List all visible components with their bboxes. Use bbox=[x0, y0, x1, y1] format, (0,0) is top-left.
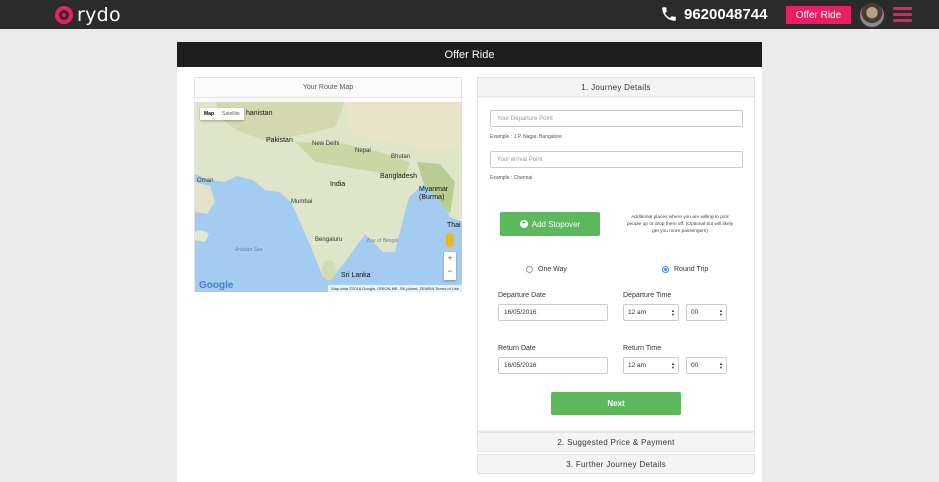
arrival-point-input[interactable]: Your arrival Point bbox=[490, 151, 743, 168]
google-logo: Google bbox=[199, 280, 234, 291]
map-label-mumbai: Mumbai bbox=[291, 199, 313, 205]
trip-type-one-way[interactable]: One Way bbox=[526, 266, 567, 273]
zoom-in-button[interactable]: + bbox=[444, 252, 456, 265]
return-minute-value: 00 bbox=[691, 362, 699, 369]
return-minute-select[interactable]: 00 ▲ ▼ bbox=[686, 357, 727, 374]
departure-minute-value: 00 bbox=[691, 309, 699, 316]
route-map[interactable]: Map Satellite hanistan Pakistan New Delh… bbox=[195, 102, 462, 292]
radio-one-way-icon bbox=[526, 266, 533, 273]
map-label-new-delhi: New Delhi bbox=[312, 141, 340, 147]
offer-ride-button[interactable]: Offer Ride bbox=[786, 6, 851, 24]
further-details-section-header[interactable]: 3. Further Journey Details bbox=[477, 454, 755, 474]
trip-type-round-trip[interactable]: Round Trip bbox=[662, 266, 708, 273]
user-avatar[interactable] bbox=[860, 3, 884, 27]
select-caret-icon: ▲ ▼ bbox=[671, 361, 675, 370]
map-label-pakistan: Pakistan bbox=[266, 137, 293, 144]
radio-round-trip-icon bbox=[662, 266, 669, 273]
journey-details-panel: 1. Journey Details Your Departure Point … bbox=[477, 77, 755, 432]
zoom-out-button[interactable]: − bbox=[444, 265, 456, 278]
return-date-label: Return Date bbox=[498, 345, 536, 352]
offer-ride-page: Offer Ride Your Route Map Map Satellite … bbox=[177, 42, 762, 482]
map-type-satellite[interactable]: Satellite bbox=[218, 108, 244, 120]
map-label-afghanistan: hanistan bbox=[246, 110, 273, 117]
return-time-label: Return Time bbox=[623, 345, 662, 352]
departure-date-input[interactable]: 16/05/2016 bbox=[498, 304, 608, 321]
phone-contact: 9620048744 bbox=[660, 5, 767, 23]
map-type-toggle: Map Satellite bbox=[200, 108, 244, 120]
plus-circle-icon: + bbox=[519, 220, 528, 228]
map-label-nepal: Nepal bbox=[355, 148, 371, 154]
add-stopover-label: Add Stopover bbox=[531, 219, 581, 229]
street-view-pegman-icon[interactable] bbox=[446, 233, 454, 247]
map-label-bhutan: Bhutan bbox=[391, 154, 411, 160]
route-map-panel: Your Route Map Map Satellite hanistan Pa… bbox=[194, 77, 462, 292]
return-hour-value: 12 am bbox=[628, 362, 647, 369]
departure-hour-value: 12 am bbox=[628, 309, 647, 316]
map-label-bangladesh: Bangladesh bbox=[380, 173, 417, 180]
map-label-thailand: Thai bbox=[447, 222, 461, 229]
map-label-myanmar: Myanmar (Burma) bbox=[419, 186, 449, 201]
map-label-sri-lanka: Sri Lanka bbox=[341, 272, 371, 279]
map-label-india: India bbox=[330, 181, 346, 188]
map-label-bengaluru: Bengaluru bbox=[315, 237, 343, 243]
top-navigation-bar: rydo 9620048744 Offer Ride bbox=[0, 0, 939, 29]
rydo-logo[interactable]: rydo bbox=[55, 3, 121, 26]
hamburger-menu-icon[interactable] bbox=[893, 7, 912, 22]
round-trip-label: Round Trip bbox=[674, 266, 709, 273]
departure-minute-select[interactable]: 00 ▲ ▼ bbox=[686, 304, 727, 321]
departure-time-label: Departure Time bbox=[623, 292, 672, 299]
map-zoom-control: + − bbox=[444, 252, 456, 280]
next-button[interactable]: Next bbox=[551, 392, 681, 415]
stopover-note: Additional places where you are willing … bbox=[626, 215, 734, 234]
route-map-title: Your Route Map bbox=[195, 78, 461, 98]
return-hour-select[interactable]: 12 am ▲ ▼ bbox=[623, 357, 679, 374]
logo-text: rydo bbox=[77, 3, 121, 26]
departure-example: Example : J.P. Nagar, Bangalore bbox=[490, 134, 562, 140]
select-caret-icon: ▲ ▼ bbox=[719, 308, 723, 317]
phone-number: 9620048744 bbox=[684, 5, 768, 23]
map-label-arabian-sea: Arabian Sea bbox=[235, 247, 263, 253]
page-title: Offer Ride bbox=[177, 42, 762, 67]
phone-icon bbox=[662, 7, 676, 21]
map-label-oman: Oman bbox=[197, 178, 214, 184]
return-date-input[interactable]: 16/05/2016 bbox=[498, 357, 608, 374]
journey-details-header[interactable]: 1. Journey Details bbox=[478, 78, 754, 97]
departure-date-label: Departure Date bbox=[498, 292, 546, 299]
map-attribution[interactable]: Map data ©2016 Google, ORION-ME, SK plan… bbox=[328, 285, 462, 292]
select-caret-icon: ▲ ▼ bbox=[671, 308, 675, 317]
select-caret-icon: ▲ ▼ bbox=[719, 361, 723, 370]
one-way-label: One Way bbox=[538, 266, 567, 273]
map-label-bay-of-bengal: Bay of Bengal bbox=[367, 238, 399, 244]
arrival-example: Example : Chennai bbox=[490, 175, 533, 181]
logo-pin-icon bbox=[55, 5, 73, 24]
departure-hour-select[interactable]: 12 am ▲ ▼ bbox=[623, 304, 679, 321]
price-payment-section-header[interactable]: 2. Suggested Price & Payment bbox=[477, 432, 755, 452]
add-stopover-button[interactable]: + Add Stopover bbox=[500, 212, 600, 236]
map-type-map[interactable]: Map bbox=[200, 108, 218, 120]
departure-point-input[interactable]: Your Departure Point bbox=[490, 110, 743, 127]
